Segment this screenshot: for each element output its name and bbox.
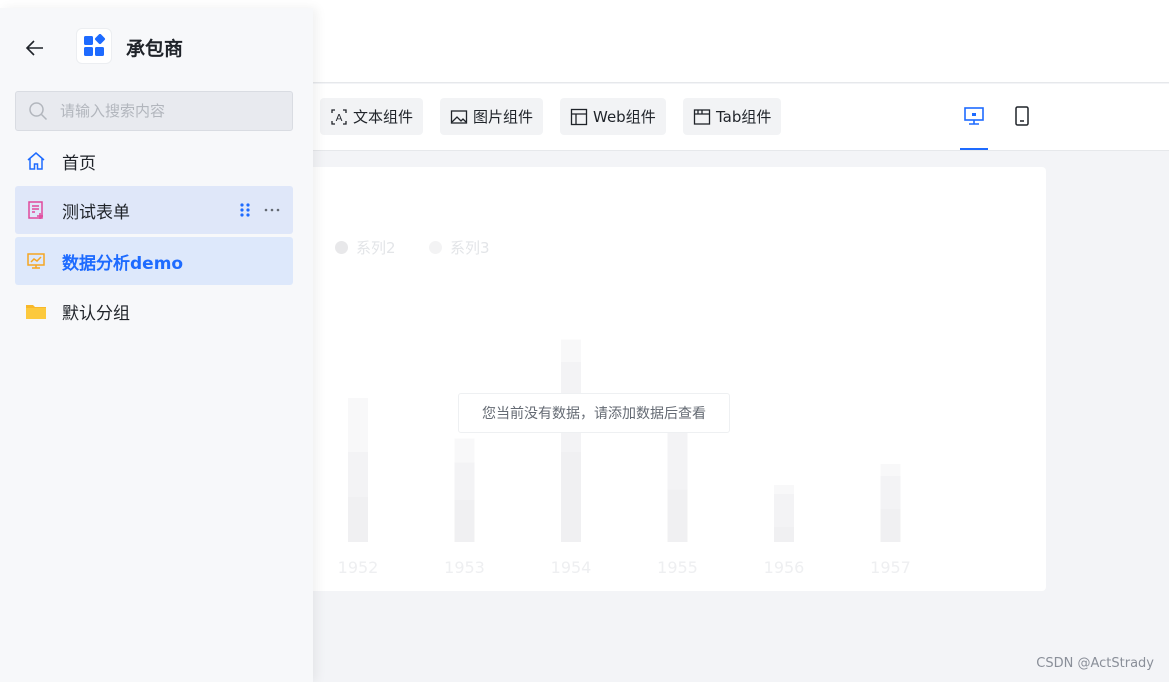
bar-1952-series-3: [348, 398, 368, 452]
bar-1956-series-1: [774, 527, 794, 542]
bar-chart: 1952 1953 1954 1955 1956 1957: [338, 339, 911, 577]
bar-1953-series-1: [454, 500, 475, 542]
bar-1956-series-3: [774, 485, 794, 494]
more-icon[interactable]: [263, 207, 281, 213]
app-logo: [76, 28, 112, 64]
desktop-view-toggle[interactable]: [959, 101, 989, 131]
tab-component-button[interactable]: Tab组件: [683, 98, 782, 135]
web-component-button[interactable]: Web组件: [560, 98, 666, 135]
drag-handle-icon[interactable]: [239, 201, 251, 219]
search-input[interactable]: [60, 102, 280, 120]
x-tick-label: 1952: [338, 558, 379, 577]
tab-component-label: Tab组件: [716, 108, 772, 126]
watermark: CSDN @ActStrady: [1036, 656, 1154, 671]
tab-component-icon: [693, 108, 711, 125]
arrow-left-icon: [25, 40, 43, 56]
image-component-icon: [450, 109, 468, 124]
active-view-indicator: [960, 148, 988, 150]
nav-item-label: 测试表单: [62, 202, 130, 223]
search-icon: [29, 102, 48, 121]
dashboard-canvas: 系列2 系列3 1952 1953 1954 1955 1956 1957 您当前没有数据…: [252, 167, 1046, 591]
web-component-label: Web组件: [593, 108, 656, 126]
x-tick-label: 1956: [764, 558, 805, 577]
dashboard-icon: [25, 250, 47, 272]
bar-1954-series-1: [561, 452, 581, 542]
x-tick-label: 1957: [870, 558, 911, 577]
web-component-icon: [570, 108, 588, 125]
bar-1952-series-2: [348, 452, 368, 497]
bar-1952-series-1: [348, 497, 368, 542]
nav-item-default-group[interactable]: 默认分组: [15, 287, 293, 335]
text-component-label: 文本组件: [353, 108, 414, 126]
nav-item-home[interactable]: 首页: [15, 137, 293, 185]
form-icon: [25, 199, 47, 221]
image-component-button[interactable]: 图片组件: [440, 98, 544, 135]
item-actions: [239, 186, 281, 234]
search-box: [15, 91, 293, 131]
back-button[interactable]: [20, 33, 50, 63]
mobile-view-toggle[interactable]: [1007, 101, 1037, 131]
bar-1953-series-3: [454, 438, 475, 463]
app-grid-icon: [84, 34, 106, 56]
desktop-icon: [964, 107, 984, 125]
text-component-icon: A: [331, 108, 347, 125]
x-tick-label: 1954: [551, 558, 592, 577]
bar-1957-series-2: [880, 476, 901, 509]
bar-1953-series-2: [454, 462, 475, 500]
folder-icon: [25, 300, 47, 322]
empty-data-message: 您当前没有数据，请添加数据后查看: [458, 393, 730, 433]
sidebar: 承包商 首页 测试表单: [0, 8, 313, 682]
svg-text:A: A: [336, 113, 343, 124]
bar-1955-series-1: [667, 489, 688, 542]
x-tick-label: 1953: [444, 558, 485, 577]
bar-1957-series-3: [880, 464, 901, 476]
text-component-button[interactable]: A 文本组件: [320, 98, 424, 135]
nav-item-label: 数据分析demo: [62, 253, 184, 274]
nav-item-label: 默认分组: [62, 303, 130, 324]
nav-item-test-form[interactable]: 测试表单: [15, 186, 293, 234]
bar-1956-series-2: [774, 494, 794, 527]
bar-1957-series-1: [880, 509, 901, 542]
bar-1954-series-3: [561, 339, 581, 362]
nav-item-label: 首页: [62, 153, 96, 174]
home-icon: [25, 150, 47, 172]
x-tick-label: 1955: [657, 558, 698, 577]
app-title: 承包商: [126, 38, 184, 60]
mobile-icon: [1015, 106, 1029, 126]
image-component-label: 图片组件: [473, 108, 534, 126]
nav-item-data-analysis-demo[interactable]: 数据分析demo: [15, 237, 293, 285]
